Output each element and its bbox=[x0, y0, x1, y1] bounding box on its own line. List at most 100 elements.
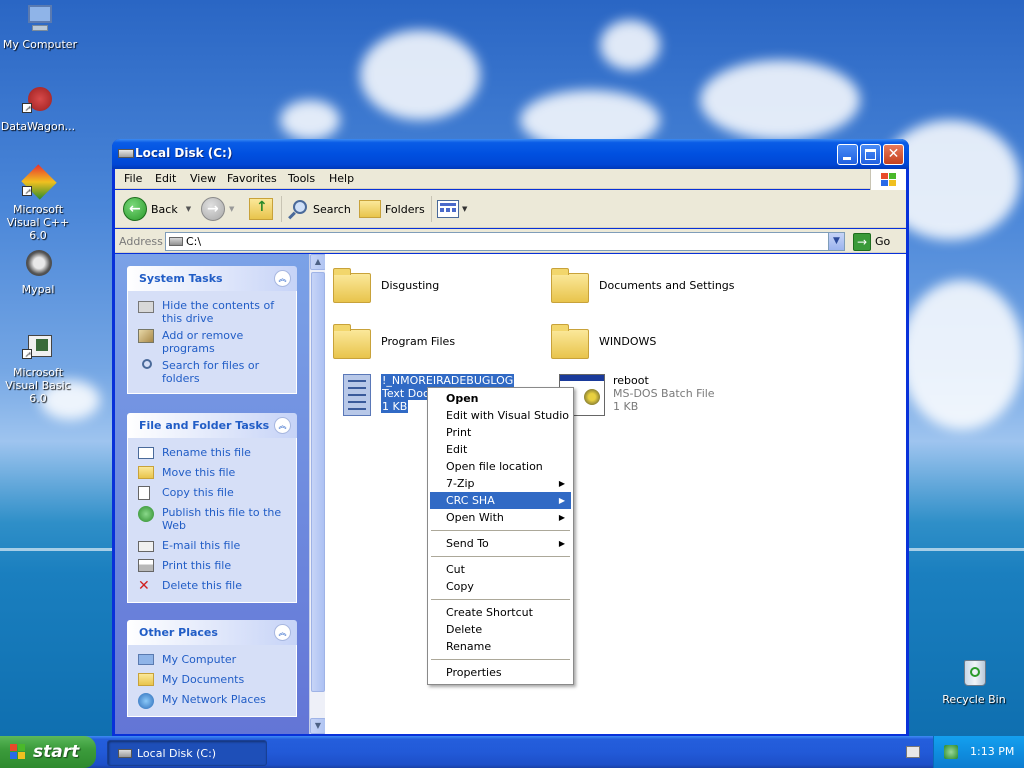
place-my-documents[interactable]: My Documents bbox=[138, 673, 290, 686]
chevron-down-icon: ▼ bbox=[229, 205, 235, 213]
task-print-file[interactable]: Print this file bbox=[138, 559, 290, 572]
folder-item[interactable]: Disgusting bbox=[333, 265, 543, 309]
scroll-up-icon[interactable]: ▲ bbox=[310, 254, 326, 270]
collapse-icon[interactable]: ︽ bbox=[274, 624, 291, 641]
task-add-remove-programs[interactable]: Add or remove programs bbox=[138, 329, 290, 355]
menu-help[interactable]: Help bbox=[329, 172, 354, 185]
menu-edit[interactable]: Edit bbox=[155, 172, 176, 185]
scroll-thumb[interactable] bbox=[311, 272, 325, 692]
menu-view[interactable]: View bbox=[190, 172, 216, 185]
email-icon bbox=[138, 541, 154, 552]
scroll-down-icon[interactable]: ▼ bbox=[310, 718, 326, 734]
task-publish-web[interactable]: Publish this file to the Web bbox=[138, 506, 290, 532]
views-icon bbox=[437, 200, 459, 218]
task-move-file[interactable]: Move this file bbox=[138, 466, 290, 479]
folders-button[interactable]: Folders bbox=[359, 196, 425, 222]
views-button[interactable]: ▼ bbox=[437, 196, 467, 222]
menu-favorites[interactable]: Favorites bbox=[227, 172, 277, 185]
task-email-file[interactable]: E-mail this file bbox=[138, 539, 290, 552]
system-tasks-header[interactable]: System Tasks ︽ bbox=[127, 266, 297, 291]
folder-item[interactable]: WINDOWS bbox=[551, 321, 761, 365]
ctx-properties[interactable]: Properties bbox=[430, 664, 571, 681]
ctx-crc-sha[interactable]: CRC SHA ▶ bbox=[430, 492, 571, 509]
address-input[interactable]: C:\ ▼ bbox=[165, 232, 845, 251]
address-bar: Address C:\ ▼ → Go bbox=[115, 229, 906, 253]
clock[interactable]: 1:13 PM bbox=[970, 745, 1014, 758]
file-type: MS-DOS Batch File bbox=[613, 387, 715, 400]
task-hide-contents[interactable]: Hide the contents of this drive bbox=[138, 299, 290, 325]
ctx-cut[interactable]: Cut bbox=[430, 561, 571, 578]
folder-icon bbox=[333, 268, 371, 303]
system-tray: 1:13 PM bbox=[933, 736, 1024, 768]
task-rename-file[interactable]: Rename this file bbox=[138, 446, 290, 459]
back-button[interactable]: ← Back ▼ bbox=[123, 196, 191, 222]
go-button[interactable]: → Go bbox=[853, 232, 890, 251]
menu-tools[interactable]: Tools bbox=[288, 172, 315, 185]
file-folder-tasks-header[interactable]: File and Folder Tasks ︽ bbox=[127, 413, 297, 438]
drive-icon bbox=[169, 237, 183, 246]
file-list: Disgusting Documents and Settings Progra… bbox=[325, 254, 906, 734]
submenu-arrow-icon: ▶ bbox=[558, 496, 565, 505]
ctx-create-shortcut[interactable]: Create Shortcut bbox=[430, 604, 571, 621]
file-item[interactable]: reboot MS-DOS Batch File 1 KB bbox=[551, 374, 761, 420]
ctx-open-file-location[interactable]: Open file location bbox=[430, 458, 571, 475]
ctx-send-to[interactable]: Send To ▶ bbox=[430, 535, 571, 552]
forward-button[interactable]: → ▼ bbox=[201, 196, 234, 222]
address-dropdown-button[interactable]: ▼ bbox=[828, 233, 844, 250]
up-folder-icon: ↑ bbox=[249, 198, 273, 220]
start-button[interactable]: start bbox=[0, 736, 96, 768]
maximize-icon bbox=[865, 149, 876, 160]
folder-item[interactable]: Program Files bbox=[333, 321, 543, 365]
folder-icon bbox=[551, 324, 589, 359]
submenu-arrow-icon: ▶ bbox=[558, 513, 565, 522]
address-value: C:\ bbox=[186, 235, 202, 248]
ctx-delete[interactable]: Delete bbox=[430, 621, 571, 638]
system-tasks-panel: System Tasks ︽ Hide the contents of this… bbox=[127, 266, 297, 394]
file-type: Text Doc bbox=[381, 387, 430, 400]
up-folder-button[interactable]: ↑ bbox=[249, 196, 273, 222]
task-delete-file[interactable]: ✕ Delete this file bbox=[138, 579, 290, 593]
vertical-scrollbar[interactable]: ▲ ▼ bbox=[309, 254, 326, 734]
menu-bar: File Edit View Favorites Tools Help bbox=[115, 169, 906, 191]
network-tray-icon[interactable] bbox=[944, 745, 958, 759]
minimize-button[interactable] bbox=[837, 144, 858, 165]
folder-item[interactable]: Documents and Settings bbox=[551, 265, 761, 309]
task-copy-file[interactable]: Copy this file bbox=[138, 486, 290, 500]
task-search-files[interactable]: Search for files or folders bbox=[138, 359, 290, 385]
desktop-icon-visual-basic[interactable]: ↗ Microsoft Visual Basic 6.0 bbox=[0, 331, 78, 405]
close-button[interactable]: ✕ bbox=[883, 144, 904, 165]
desktop-icon-my-computer[interactable]: My Computer bbox=[0, 3, 80, 51]
ctx-edit[interactable]: Edit bbox=[430, 441, 571, 458]
title-bar[interactable]: Local Disk (C:) ✕ bbox=[112, 139, 909, 169]
keyboard-icon[interactable] bbox=[906, 746, 920, 758]
place-my-network-places[interactable]: My Network Places bbox=[138, 693, 290, 709]
collapse-icon[interactable]: ︽ bbox=[274, 417, 291, 434]
desktop-icon-visual-cpp[interactable]: ↗ Microsoft Visual C++ 6.0 bbox=[0, 164, 78, 242]
maximize-button[interactable] bbox=[860, 144, 881, 165]
ctx-copy[interactable]: Copy bbox=[430, 578, 571, 595]
other-places-header[interactable]: Other Places ︽ bbox=[127, 620, 297, 645]
ctx-open[interactable]: Open bbox=[430, 390, 571, 407]
visual-cpp-icon: ↗ bbox=[21, 164, 57, 200]
ctx-edit-with-visual-studio[interactable]: Edit with Visual Studio bbox=[430, 407, 571, 424]
collapse-icon[interactable]: ︽ bbox=[274, 270, 291, 287]
search-button[interactable]: Search bbox=[287, 196, 351, 222]
desktop-icon-mypal[interactable]: Mypal bbox=[0, 248, 78, 296]
file-name: reboot bbox=[613, 374, 649, 387]
desktop-icon-recycle-bin[interactable]: Recycle Bin bbox=[934, 658, 1014, 706]
taskbar-button-local-disk[interactable]: Local Disk (C:) bbox=[107, 740, 267, 766]
windows-flag-icon bbox=[10, 744, 26, 760]
ctx-print[interactable]: Print bbox=[430, 424, 571, 441]
menu-file[interactable]: File bbox=[124, 172, 142, 185]
ctx-7zip[interactable]: 7-Zip ▶ bbox=[430, 475, 571, 492]
ctx-rename[interactable]: Rename bbox=[430, 638, 571, 655]
file-folder-tasks-panel: File and Folder Tasks ︽ Rename this file… bbox=[127, 413, 297, 603]
window-title: Local Disk (C:) bbox=[135, 146, 233, 160]
ctx-open-with[interactable]: Open With ▶ bbox=[430, 509, 571, 526]
chevron-down-icon: ▼ bbox=[185, 205, 192, 213]
desktop-icon-datawagon[interactable]: ↗ DataWagon... bbox=[0, 85, 78, 133]
place-my-computer[interactable]: My Computer bbox=[138, 653, 290, 666]
minimize-icon bbox=[843, 157, 851, 160]
task-pane: System Tasks ︽ Hide the contents of this… bbox=[115, 254, 322, 734]
computer-icon bbox=[138, 654, 154, 665]
